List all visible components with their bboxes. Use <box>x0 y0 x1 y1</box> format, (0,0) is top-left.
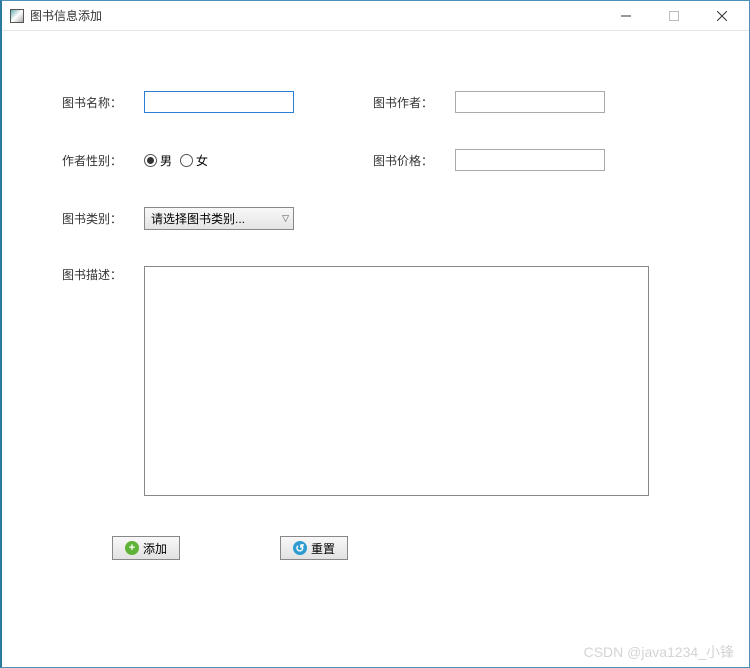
book-description-label: 图书描述： <box>62 266 132 283</box>
add-button[interactable]: + 添加 <box>112 536 180 560</box>
gender-female-label: 女 <box>196 152 208 169</box>
gender-male-label: 男 <box>160 152 172 169</box>
radio-icon <box>144 154 157 167</box>
book-author-input[interactable] <box>455 91 605 113</box>
window-frame: 图书信息添加 图书名称： 图书作者： <box>0 0 750 668</box>
chevron-down-icon: ▽ <box>282 213 289 224</box>
book-price-label: 图书价格： <box>373 152 443 169</box>
plus-icon: + <box>125 541 139 555</box>
reset-button-label: 重置 <box>311 540 335 557</box>
gender-male-radio[interactable]: 男 <box>144 152 172 169</box>
gender-female-radio[interactable]: 女 <box>180 152 208 169</box>
book-description-textarea[interactable] <box>144 266 649 496</box>
combo-text: 请选择图书类别... <box>151 210 245 227</box>
form-content: 图书名称： 图书作者： 作者性别： 男 女 <box>2 31 749 667</box>
book-author-label: 图书作者： <box>373 94 443 111</box>
author-gender-label: 作者性别： <box>62 152 132 169</box>
reset-icon: ↺ <box>293 541 307 555</box>
close-button[interactable] <box>707 6 737 26</box>
window-title: 图书信息添加 <box>30 7 102 24</box>
book-name-label: 图书名称： <box>62 94 132 111</box>
radio-icon <box>180 154 193 167</box>
minimize-button[interactable] <box>611 6 641 26</box>
window-controls <box>611 6 741 26</box>
reset-button[interactable]: ↺ 重置 <box>280 536 348 560</box>
book-category-label: 图书类别： <box>62 210 132 227</box>
add-button-label: 添加 <box>143 540 167 557</box>
maximize-button[interactable] <box>659 6 689 26</box>
app-icon <box>10 9 24 23</box>
book-name-input[interactable] <box>144 91 294 113</box>
book-category-select[interactable]: 请选择图书类别... ▽ <box>144 207 294 230</box>
titlebar: 图书信息添加 <box>2 1 749 31</box>
book-price-input[interactable] <box>455 149 605 171</box>
